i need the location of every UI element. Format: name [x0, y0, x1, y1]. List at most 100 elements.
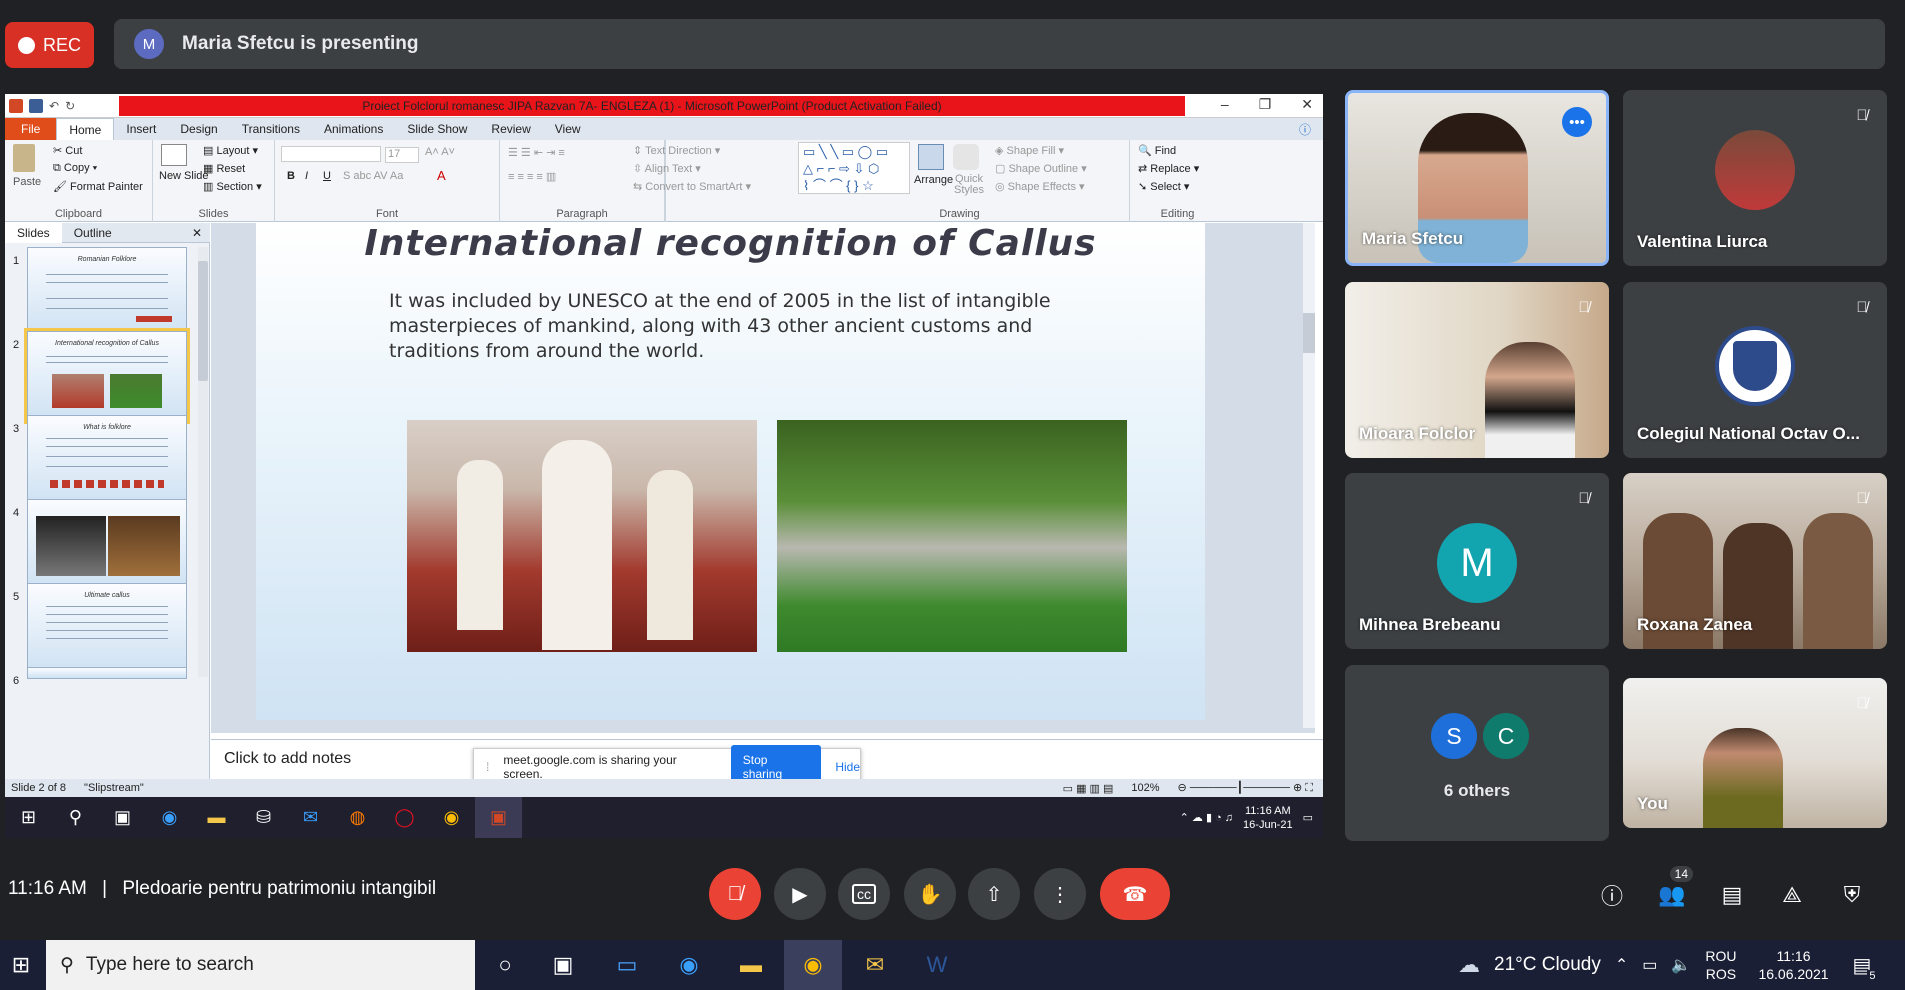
meeting-details-icon[interactable]: ⓘ	[1595, 878, 1629, 912]
close-pane-icon[interactable]: ✕	[180, 226, 210, 240]
text-direction-button[interactable]: ⇕ Text Direction ▾	[633, 144, 720, 157]
tray-icons[interactable]: ⌃ ☁ ▮ ◔ ♫	[1180, 811, 1233, 824]
font-size-combo[interactable]: 17	[385, 147, 419, 163]
bullets-icon[interactable]: ☰ ☰ ⇤ ⇥ ≡	[508, 146, 565, 159]
tab-slide-show[interactable]: Slide Show	[395, 122, 479, 136]
pane-scrollbar[interactable]	[198, 247, 208, 677]
zoom-slider[interactable]: ⊖ ──────┃────── ⊕ ⛶	[1178, 781, 1323, 795]
tab-view[interactable]: View	[543, 122, 593, 136]
system-clock[interactable]: 11:16 16.06.2021	[1758, 947, 1828, 983]
select-button[interactable]: ➘ Select ▾	[1138, 180, 1189, 193]
tab-slides[interactable]: Slides	[5, 222, 62, 243]
slide-thumbnail-3[interactable]: What is folklore	[27, 415, 187, 505]
shape-fill-button[interactable]: ◈ Shape Fill ▾	[995, 144, 1064, 157]
font-grow-icon[interactable]: A˄ A˅	[425, 146, 455, 158]
quick-styles-button[interactable]: Quick Styles	[950, 174, 988, 196]
edge-icon[interactable]: ◉	[660, 940, 718, 990]
find-button[interactable]: 🔍 Find	[1138, 144, 1176, 157]
canvas-scrollbar[interactable]	[1303, 223, 1315, 728]
quick-styles-icon[interactable]	[953, 144, 979, 170]
windows-start-icon[interactable]: ⊞	[0, 940, 50, 990]
search-icon[interactable]: ⚲	[52, 797, 99, 838]
drag-handle-icon[interactable]: ⁞	[486, 760, 489, 774]
edge-icon[interactable]: ◉	[146, 797, 193, 838]
copy-button[interactable]: ⧉ Copy ▾	[53, 162, 97, 175]
shape-effects-button[interactable]: ◎ Shape Effects ▾	[995, 180, 1085, 193]
slide-thumbnail-6[interactable]	[27, 667, 187, 679]
captions-button[interactable]: cc	[838, 868, 890, 920]
convert-smartart-button[interactable]: ⇆ Convert to SmartArt ▾	[633, 180, 751, 193]
folder-app-icon[interactable]: ✉	[846, 940, 904, 990]
raise-hand-button[interactable]: ✋	[904, 868, 956, 920]
word-icon[interactable]: W	[908, 940, 966, 990]
tab-transitions[interactable]: Transitions	[230, 122, 312, 136]
language-indicator[interactable]: ROU ROS	[1705, 947, 1736, 983]
present-button[interactable]: ⇧	[968, 868, 1020, 920]
align-icons[interactable]: ≡ ≡ ≡ ≡ ▥	[508, 170, 556, 183]
app-icon[interactable]: ▭	[598, 940, 656, 990]
windows-start-icon[interactable]: ⊞	[5, 797, 52, 838]
firefox-icon[interactable]: ◍	[334, 797, 381, 838]
participant-tile-mihnea-brebeanu[interactable]: M 🎙̸ Mihnea Brebeanu	[1345, 473, 1609, 649]
canvas-scroll-thumb[interactable]	[1303, 313, 1315, 353]
layout-button[interactable]: ▤ Layout ▾	[203, 144, 258, 157]
participant-tile-you[interactable]: 🎙̸ You	[1623, 678, 1887, 828]
tab-review[interactable]: Review	[479, 122, 542, 136]
paste-button[interactable]: Paste	[13, 176, 41, 188]
tab-outline[interactable]: Outline	[62, 226, 124, 240]
new-slide-icon[interactable]	[161, 144, 187, 166]
task-view-icon[interactable]: ▣	[534, 940, 592, 990]
chrome-icon[interactable]: ◉	[784, 940, 842, 990]
help-icon[interactable]: ⓘ	[1287, 121, 1323, 138]
close-icon[interactable]: ✕	[1301, 96, 1313, 113]
notification-icon[interactable]: ▭	[1303, 811, 1313, 824]
tab-animations[interactable]: Animations	[312, 122, 395, 136]
mic-toggle-button[interactable]: 🎙̸	[709, 868, 761, 920]
opera-icon[interactable]: ◯	[381, 797, 428, 838]
mail-icon[interactable]: ✉	[287, 797, 334, 838]
participant-tile-valentina-liurca[interactable]: 🎙̸ Valentina Liurca	[1623, 90, 1887, 266]
replace-button[interactable]: ⇄ Replace ▾	[1138, 162, 1199, 175]
notification-center-icon[interactable]: ▤ 5	[1853, 953, 1878, 982]
file-explorer-icon[interactable]: ▬	[193, 797, 240, 838]
file-explorer-icon[interactable]: ▬	[722, 940, 780, 990]
tab-insert[interactable]: Insert	[114, 122, 168, 136]
strike-icon[interactable]: S abc AV Aa	[343, 170, 403, 182]
cut-button[interactable]: ✂ Cut	[53, 144, 82, 157]
reset-button[interactable]: ▦ Reset	[203, 162, 245, 175]
tab-home[interactable]: Home	[56, 118, 115, 140]
font-color-icon[interactable]: A	[437, 168, 446, 183]
participant-tile-mioara-folclor[interactable]: 🎙̸ Mioara Folclor	[1345, 282, 1609, 458]
activities-icon[interactable]: ⟁	[1775, 878, 1809, 912]
slide-thumbnail-2[interactable]: International recognition of Callus	[24, 328, 190, 424]
format-painter-button[interactable]: 🖌 Format Painter	[53, 180, 143, 193]
paste-icon[interactable]	[13, 144, 35, 172]
undo-icon[interactable]: ↶	[49, 99, 59, 113]
powerpoint-taskbar-icon[interactable]: ▣	[475, 797, 522, 838]
host-controls-icon[interactable]: ⛨	[1835, 878, 1869, 912]
restore-icon[interactable]: ❐	[1259, 96, 1272, 113]
new-slide-button[interactable]: New Slide	[159, 170, 209, 182]
slide-thumbnail-4[interactable]	[27, 499, 187, 589]
cortana-icon[interactable]: ○	[476, 940, 534, 990]
weather-text[interactable]: 21°C Cloudy	[1494, 954, 1601, 976]
underline-icon[interactable]: U	[323, 170, 331, 182]
tab-design[interactable]: Design	[168, 122, 229, 136]
font-name-combo[interactable]	[281, 146, 381, 162]
pane-scroll-thumb[interactable]	[198, 261, 208, 381]
hide-share-bar-button[interactable]: Hide	[835, 760, 860, 774]
participant-tile-roxana-zanea[interactable]: 🎙̸ Roxana Zanea	[1623, 473, 1887, 649]
store-icon[interactable]: ⛁	[240, 797, 287, 838]
align-text-button[interactable]: ⇳ Align Text ▾	[633, 162, 701, 175]
taskbar-search[interactable]: ⚲ Type here to search	[46, 940, 475, 990]
arrange-icon[interactable]	[918, 144, 944, 170]
participant-tile-maria-sfetcu[interactable]: ••• Maria Sfetcu	[1345, 90, 1609, 266]
chrome-icon[interactable]: ◉	[428, 797, 475, 838]
network-icon[interactable]: ▭	[1642, 955, 1657, 975]
arrange-button[interactable]: Arrange	[914, 174, 953, 186]
chat-icon[interactable]: ▤	[1715, 878, 1749, 912]
people-button[interactable]: 👥 14	[1655, 866, 1693, 912]
participant-tile-colegiul-national[interactable]: 🎙̸ Colegiul National Octav O...	[1623, 282, 1887, 458]
tray-chevron-icon[interactable]: ⌃	[1615, 955, 1628, 975]
slide-thumbnail-5[interactable]: Ultimate callus	[27, 583, 187, 673]
